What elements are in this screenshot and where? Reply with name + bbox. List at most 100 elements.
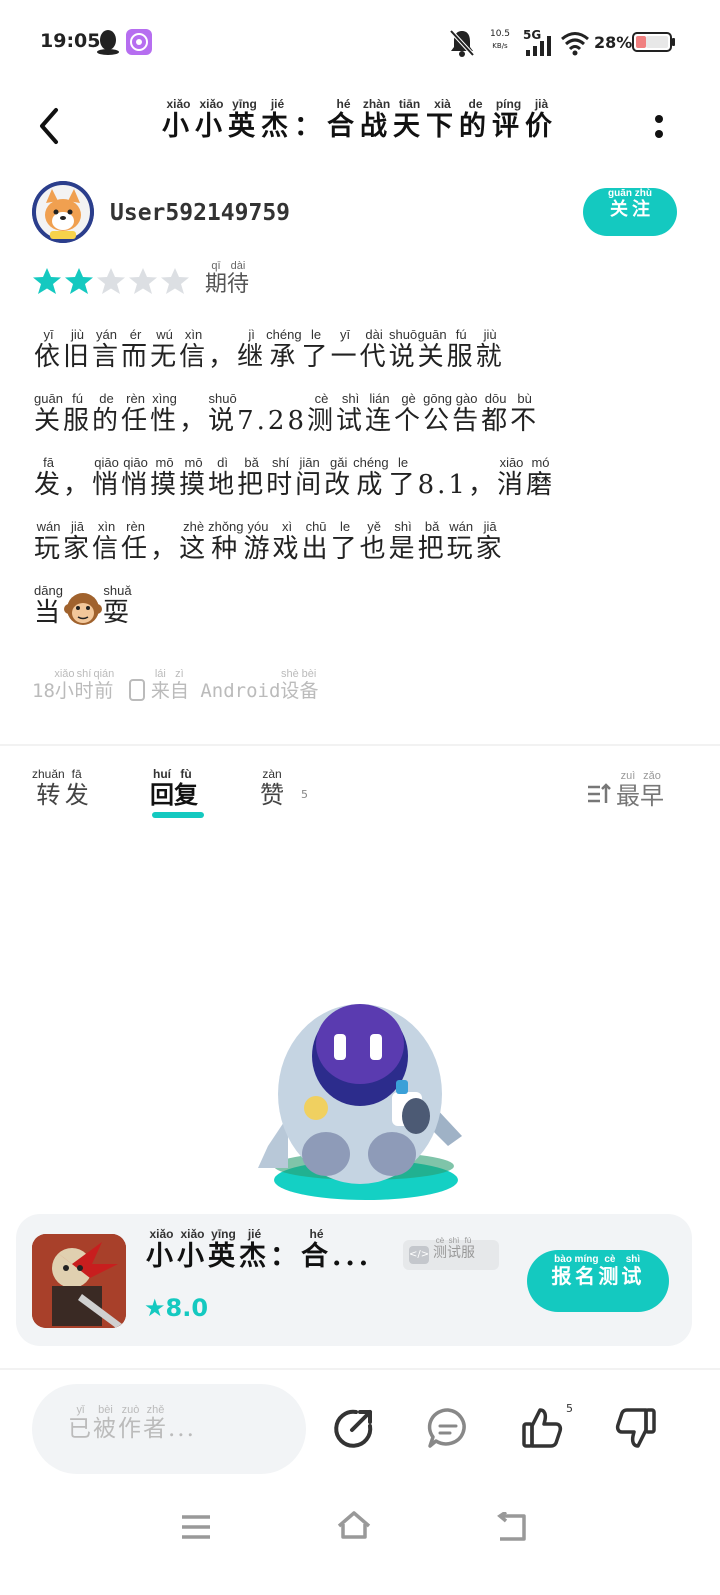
review-char: 公gōng: [423, 391, 453, 436]
signup-char: 试shì: [621, 1254, 645, 1288]
game-name-char: 英yīng: [208, 1227, 239, 1272]
placeholder-char: 被bèi: [93, 1404, 118, 1442]
tab-repost-char: 发fā: [64, 767, 89, 809]
review-char: 任rèn: [121, 391, 151, 436]
title-char: 价jià: [525, 97, 558, 142]
status-bar: 19:05 10.5 KB/s 5G 28%: [0, 0, 720, 88]
tag-char: 测cè: [433, 1236, 447, 1261]
title-char: 杰jié: [261, 97, 294, 142]
status-time: 19:05: [40, 30, 101, 52]
review-char: 玩wán: [446, 519, 476, 564]
review-char: 继jì: [237, 327, 267, 372]
signal-icon: [526, 36, 551, 56]
tab-repost[interactable]: 转zhuǎn发fā: [32, 767, 89, 810]
review-char: 游yóu: [243, 519, 273, 564]
game-name-char: 合hé: [301, 1227, 332, 1272]
game-name-char: ：: [270, 1241, 301, 1272]
title-char: 战zhàn: [360, 97, 393, 142]
review-char: 关guān: [417, 327, 447, 372]
review-char: 无wú: [150, 327, 180, 372]
back-nav-icon[interactable]: [494, 1512, 530, 1542]
review-char: 不bù: [510, 391, 540, 436]
review-char: 家jiā: [63, 519, 93, 564]
placeholder-char: 已yǐ: [68, 1404, 93, 1442]
star-filled-icon: [65, 268, 93, 294]
code-icon: </>: [409, 1246, 429, 1264]
review-char: 地dì: [208, 455, 238, 500]
thumbs-down-icon[interactable]: [614, 1406, 658, 1450]
star-rating: [32, 266, 192, 298]
follow-button[interactable]: 关注guān zhù: [583, 188, 677, 236]
review-text: 依yī旧jiù言yán而ér无wú信xìn， 继jì承chéng了le一yī代d…: [34, 325, 684, 645]
more-icon[interactable]: [654, 110, 664, 142]
game-icon[interactable]: [32, 1234, 126, 1328]
comment-icon[interactable]: [426, 1406, 470, 1450]
rating-label-char: 待dài: [227, 260, 250, 297]
game-name-char: 小xiǎo: [177, 1227, 208, 1272]
review-char: 个gè: [394, 391, 424, 436]
review-char: 服fú: [63, 391, 93, 436]
review-char: 时shí: [266, 455, 296, 500]
game-name[interactable]: 小xiǎo小xiǎo英yīng杰jié： 合hé...: [146, 1227, 372, 1273]
review-char: 而ér: [121, 327, 151, 372]
divider: [0, 1368, 720, 1370]
review-char: ，: [63, 470, 93, 500]
menu-icon[interactable]: [178, 1512, 214, 1542]
signup-char: 报bào: [551, 1254, 575, 1288]
test-server-label: 测cè试shì服fú: [433, 1236, 475, 1262]
page-title: 小xiǎo小xiǎo英yīng杰jié： 合hé战zhàn天tiān下xià的d…: [0, 97, 720, 143]
review-char: 测cè: [307, 391, 337, 436]
title-char: 天tiān: [393, 97, 426, 142]
tag-char: 服fú: [461, 1236, 475, 1261]
monkey-emoji: [64, 593, 103, 625]
meta-char: 时shí: [74, 668, 94, 702]
review-char: 依yī: [34, 327, 64, 372]
signup-test-button[interactable]: 报bào名míng测cè试shì: [527, 1250, 669, 1312]
comment-placeholder: 已yǐ被bèi作zuò者zhě...: [68, 1404, 196, 1442]
tab-like-char: 赞zàn: [260, 767, 284, 809]
placeholder-char: 者zhě: [143, 1404, 168, 1442]
review-char: 把bǎ: [237, 455, 267, 500]
avatar[interactable]: [32, 181, 94, 243]
home-icon[interactable]: [336, 1510, 372, 1540]
title-char: 合hé: [327, 97, 360, 142]
review-char: 发fā: [34, 455, 64, 500]
tab-like[interactable]: 赞zàn: [260, 767, 284, 810]
review-char: 信xìn: [92, 519, 122, 564]
review-char: 的de: [92, 391, 122, 436]
wifi-icon: [561, 32, 589, 56]
tab-reply-char: 回huí: [150, 767, 174, 809]
username[interactable]: User592149759: [110, 200, 290, 226]
review-line: 当dāng 耍shuǎ: [34, 581, 684, 645]
review-char: 悄qiāo: [121, 455, 151, 500]
tab-reply-char: 复fù: [174, 767, 198, 809]
review-char: 服fú: [446, 327, 476, 372]
signup-char: 测cè: [598, 1254, 622, 1288]
review-char: 告gào: [452, 391, 482, 436]
meta-char: 小xiǎo: [54, 668, 75, 702]
sort-icon: [588, 783, 611, 803]
review-char: 说shuō: [208, 391, 238, 436]
review-char: 说shuō: [388, 327, 418, 372]
review-char: 7.28: [237, 406, 307, 436]
qq-icon: [97, 30, 119, 55]
title-char: ：: [294, 111, 327, 142]
title-char: 小xiǎo: [162, 97, 195, 142]
title-char: 小xiǎo: [195, 97, 228, 142]
review-char: 代dài: [359, 327, 389, 372]
review-char: 改gǎi: [324, 455, 354, 500]
review-char: 连lián: [365, 391, 395, 436]
review-line: 玩wán家jiā信xìn任rèn， 这zhè种zhǒng游yóu戏xì出chū了…: [34, 517, 684, 581]
review-char: 摸mō: [150, 455, 180, 500]
share-icon[interactable]: [332, 1406, 376, 1450]
title-char: 下xià: [426, 97, 459, 142]
game-score: ★8.0: [144, 1294, 209, 1322]
sort-button[interactable]: 最zuì早zǎo: [586, 770, 664, 811]
star-empty-icon: [97, 268, 125, 294]
tab-reply[interactable]: 回huí复fù: [150, 767, 198, 810]
review-char: 玩wán: [34, 519, 64, 564]
review-char: ，: [150, 534, 180, 564]
review-meta: 18小xiǎo时shí前qián 来lái自zì Android设shè备bèi: [32, 668, 318, 703]
thumbs-up-icon[interactable]: [520, 1406, 564, 1450]
review-char: 承chéng: [266, 327, 302, 372]
